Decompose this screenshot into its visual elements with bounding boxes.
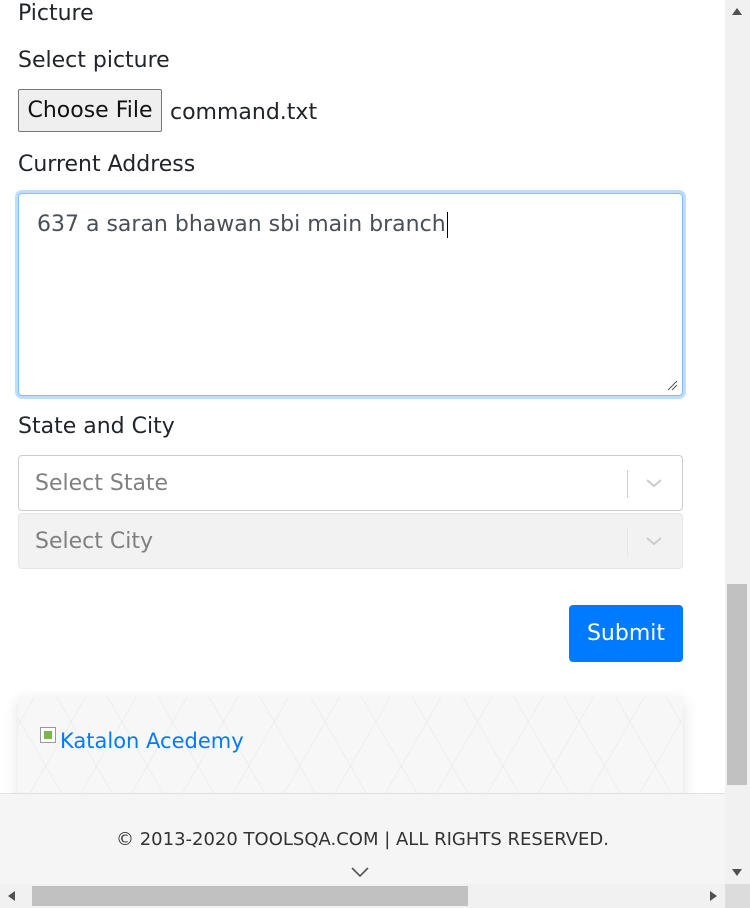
scroll-down-arrow-icon[interactable] [732,869,742,876]
scroll-right-arrow-icon[interactable] [710,891,717,901]
submit-button[interactable]: Submit [569,605,683,662]
copyright-text: © 2013-2020 TOOLSQA.COM | ALL RIGHTS RES… [115,829,609,850]
select-separator [627,470,628,498]
select-separator [627,528,628,556]
state-placeholder: Select State [35,471,169,496]
scroll-left-arrow-icon[interactable] [8,891,15,901]
current-address-text: 637 a saran bhawan sbi main branch [37,212,446,237]
footer: © 2013-2020 TOOLSQA.COM | ALL RIGHTS RES… [0,793,725,885]
vertical-scroll-thumb[interactable] [727,584,747,785]
katalon-academy-link-text: Katalon Acedemy [60,729,244,753]
chevron-down-icon[interactable] [644,476,664,490]
resize-handle-icon[interactable] [666,379,678,391]
katalon-banner: Katalon Acedemy [18,697,683,807]
broken-image-icon [40,727,56,743]
current-address-label: Current Address [18,152,196,177]
horizontal-scroll-thumb[interactable] [32,886,468,906]
select-picture-label: Select picture [18,48,170,73]
horizontal-scrollbar[interactable] [0,884,725,908]
katalon-academy-link[interactable]: Katalon Acedemy [40,727,244,753]
state-city-label: State and City [18,414,175,439]
vertical-scrollbar[interactable] [725,0,750,884]
scroll-up-arrow-icon[interactable] [732,8,742,15]
current-address-textarea[interactable]: 637 a saran bhawan sbi main branch [18,193,683,396]
picture-label: Picture [18,1,94,26]
scrollbar-corner [725,884,750,908]
state-select[interactable]: Select State [18,455,683,511]
selected-file-name: command.txt [170,100,318,125]
chevron-down-icon [646,537,662,546]
scroll-down-icon[interactable] [350,866,370,878]
choose-file-button[interactable]: Choose File [18,89,162,132]
city-placeholder: Select City [35,529,153,554]
city-select: Select City [18,513,683,569]
text-caret [446,212,449,238]
